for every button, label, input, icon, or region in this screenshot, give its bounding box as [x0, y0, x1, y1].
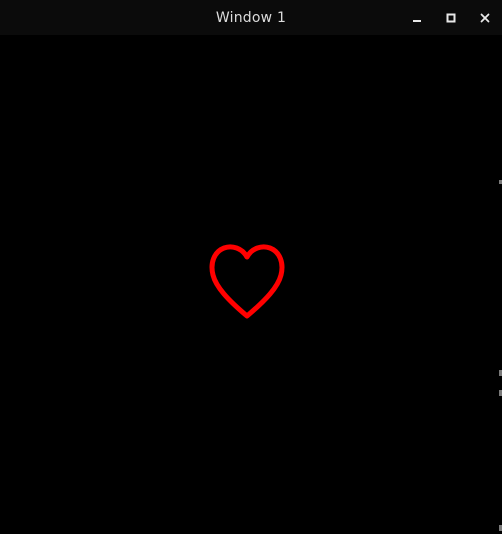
minimize-button[interactable] [400, 0, 434, 35]
close-icon [480, 13, 490, 22]
window-controls [400, 0, 502, 35]
maximize-button[interactable] [434, 0, 468, 35]
window-title: Window 1 [215, 9, 287, 26]
close-button[interactable] [468, 0, 502, 35]
app-window: Window 1 [0, 0, 502, 534]
heart-icon [209, 244, 285, 319]
title-bar[interactable]: Window 1 [0, 0, 502, 35]
minimize-icon [413, 19, 421, 22]
drawing-canvas[interactable] [0, 35, 502, 534]
maximize-icon [446, 13, 456, 22]
